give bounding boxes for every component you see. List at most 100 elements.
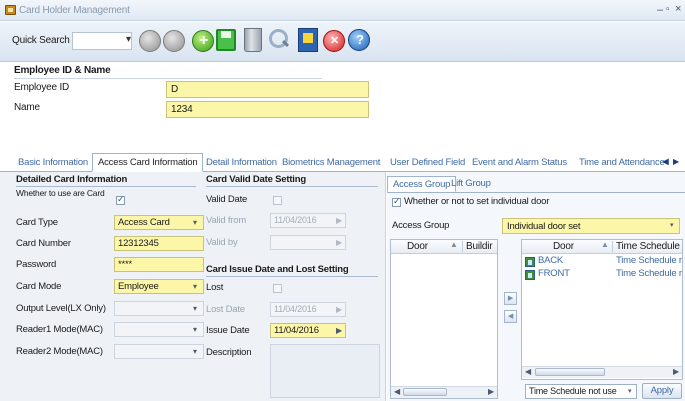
- tab-time-attendance[interactable]: Time and Attendance I: [579, 157, 670, 168]
- card-mode-label: Card Mode: [16, 281, 62, 292]
- output-level-select[interactable]: [114, 301, 204, 316]
- scroll-right-icon[interactable]: ▶: [488, 387, 494, 396]
- add-icon[interactable]: [192, 30, 214, 52]
- door-time-schedule[interactable]: Time Schedule r: [616, 268, 682, 279]
- section-divider: [14, 78, 322, 79]
- valid-date-label: Valid Date: [206, 194, 248, 205]
- app-icon: [5, 5, 16, 15]
- help-icon[interactable]: [348, 29, 370, 51]
- cancel-icon[interactable]: [323, 30, 345, 52]
- move-left-button[interactable]: ◀: [504, 310, 517, 323]
- reader2-mode-select[interactable]: [114, 344, 204, 359]
- card-mode-select[interactable]: Employee: [114, 279, 204, 294]
- tab-detail-information[interactable]: Detail Information: [206, 157, 277, 168]
- card-type-select[interactable]: Access Card: [114, 215, 204, 230]
- quick-search-dropdown-icon[interactable]: ▾: [126, 34, 131, 45]
- output-level-label: Output Level(LX Only): [16, 303, 106, 314]
- delete-icon[interactable]: [244, 28, 262, 52]
- reader1-mode-select[interactable]: [114, 322, 204, 337]
- tab-biometrics-management[interactable]: Biometrics Management: [282, 157, 380, 168]
- tab-lift-group[interactable]: Lift Group: [451, 178, 491, 189]
- tab-access-group[interactable]: Access Group: [387, 176, 457, 192]
- section-divider: [16, 186, 196, 187]
- move-right-button[interactable]: ▶: [504, 292, 517, 305]
- door-name[interactable]: BACK: [538, 255, 563, 266]
- sort-icon: ▲: [450, 240, 458, 249]
- valid-date-checkbox[interactable]: [273, 196, 282, 205]
- door-time-schedule[interactable]: Time Schedule r: [616, 255, 682, 266]
- access-group-label: Access Group: [392, 220, 450, 231]
- column-header-building[interactable]: Buildir: [462, 241, 493, 252]
- valid-by-date[interactable]: [270, 235, 346, 250]
- access-group-select[interactable]: Individual door set: [502, 218, 680, 234]
- description-label: Description: [206, 347, 252, 358]
- chevron-down-icon[interactable]: ▾: [628, 387, 632, 395]
- door-icon: [525, 257, 535, 267]
- use-card-label: Whether to use are Card: [16, 188, 105, 198]
- chevron-down-icon[interactable]: ▾: [193, 325, 197, 334]
- tab-user-defined-field[interactable]: User Defined Field: [390, 157, 465, 168]
- scrollbar-thumb[interactable]: [535, 368, 605, 376]
- employee-name-field[interactable]: 1234: [166, 101, 369, 118]
- description-textarea[interactable]: [270, 344, 380, 398]
- individual-door-checkbox[interactable]: [392, 196, 401, 207]
- card-number-field[interactable]: 12312345: [114, 236, 204, 251]
- scrollbar-thumb[interactable]: [403, 388, 447, 396]
- lost-checkbox[interactable]: [273, 284, 282, 293]
- tab-scroll-right-icon[interactable]: ▶: [673, 157, 679, 166]
- scroll-right-icon[interactable]: ▶: [673, 367, 679, 376]
- lost-date-label: Lost Date: [206, 304, 245, 315]
- scroll-left-icon[interactable]: ◀: [394, 387, 400, 396]
- column-header-door[interactable]: Door: [553, 241, 574, 252]
- reader2-mode-label: Reader2 Mode(MAC): [16, 346, 103, 357]
- door-icon: [525, 270, 535, 280]
- spinner-icon[interactable]: ▶: [336, 305, 342, 314]
- tab-basic-information[interactable]: Basic Information: [18, 157, 88, 168]
- chevron-down-icon[interactable]: ▾: [193, 304, 197, 313]
- prev-record-icon[interactable]: [139, 30, 161, 52]
- chevron-down-icon[interactable]: ▾: [670, 221, 674, 229]
- issue-date-label: Issue Date: [206, 325, 250, 336]
- tab-event-alarm-status[interactable]: Event and Alarm Status: [472, 157, 567, 168]
- valid-by-label: Valid by: [206, 237, 238, 248]
- available-doors-grid[interactable]: [390, 239, 498, 399]
- time-schedule-select[interactable]: Time Schedule not use: [525, 384, 637, 399]
- use-card-checkbox[interactable]: [116, 194, 125, 205]
- employee-id-field[interactable]: D: [166, 81, 369, 98]
- section-divider: [206, 276, 378, 277]
- column-header-time-schedule[interactable]: Time Schedule: [612, 241, 680, 252]
- section-divider: [206, 186, 378, 187]
- card-number-label: Card Number: [16, 238, 71, 249]
- chevron-down-icon[interactable]: ▾: [193, 347, 197, 356]
- apply-button[interactable]: Apply: [642, 383, 682, 399]
- column-header-door[interactable]: Door: [407, 241, 428, 252]
- door-name[interactable]: FRONT: [538, 268, 570, 279]
- maximize-button[interactable]: ▫: [666, 4, 670, 15]
- password-field[interactable]: ****: [114, 257, 204, 272]
- close-button[interactable]: ×: [675, 3, 681, 15]
- issue-date-field[interactable]: 11/04/2016: [270, 323, 346, 338]
- chevron-down-icon[interactable]: ▾: [193, 218, 197, 227]
- export-icon[interactable]: [298, 28, 318, 52]
- save-icon[interactable]: [216, 29, 236, 51]
- search-icon[interactable]: [268, 28, 290, 52]
- tab-scroll-left-icon[interactable]: ◀: [662, 157, 668, 166]
- window-title: Card Holder Management: [19, 5, 130, 16]
- lost-label: Lost: [206, 282, 224, 293]
- detailed-card-title: Detailed Card Information: [16, 174, 128, 185]
- valid-date-title: Card Valid Date Setting: [206, 174, 306, 185]
- employee-name-label: Name: [14, 102, 40, 113]
- employee-id-label: Employee ID: [14, 82, 70, 93]
- spinner-icon[interactable]: ▶: [336, 216, 342, 225]
- scroll-left-icon[interactable]: ◀: [525, 367, 531, 376]
- lost-date-field[interactable]: 11/04/2016: [270, 302, 346, 317]
- spinner-icon[interactable]: ▶: [336, 238, 342, 247]
- chevron-down-icon[interactable]: ▾: [193, 282, 197, 291]
- valid-from-date[interactable]: 11/04/2016: [270, 213, 346, 228]
- minimize-button[interactable]: –: [657, 4, 663, 16]
- tab-access-card-information[interactable]: Access Card Information: [92, 153, 204, 172]
- quick-search-input[interactable]: [72, 32, 132, 50]
- individual-door-label: Whether or not to set individual door: [404, 196, 550, 207]
- spinner-icon[interactable]: ▶: [336, 326, 342, 335]
- next-record-icon[interactable]: [163, 30, 185, 52]
